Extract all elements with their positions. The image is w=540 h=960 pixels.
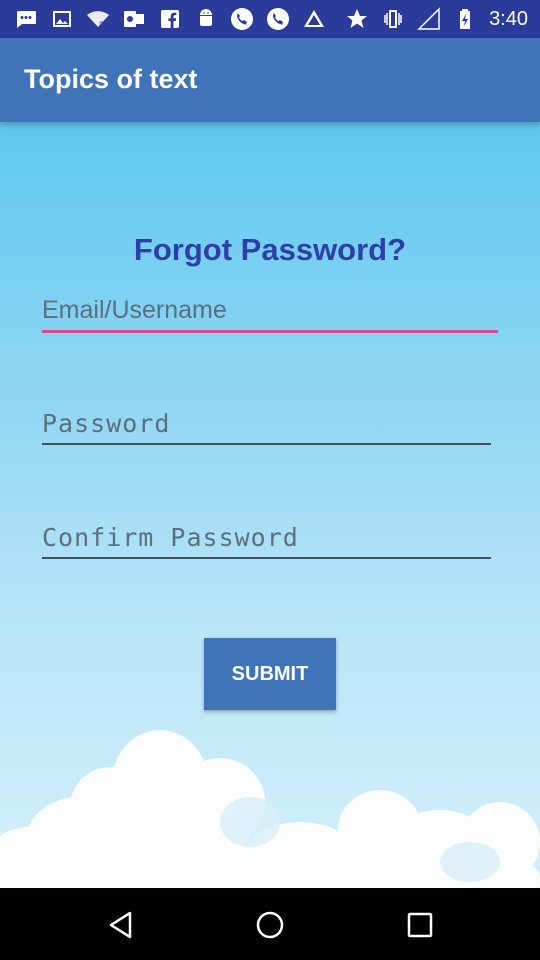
phone-icon (230, 7, 254, 31)
status-clock: 3:40 (489, 8, 528, 30)
app-title: Topics of text (24, 64, 198, 94)
battery-charging-icon (453, 7, 477, 31)
email-username-input[interactable] (42, 290, 498, 333)
home-icon[interactable] (255, 910, 285, 940)
delta-icon (302, 7, 326, 31)
clouds-background (0, 730, 540, 888)
forgot-password-screen: Forgot Password? SUBMIT (0, 122, 540, 888)
submit-button[interactable]: SUBMIT (204, 638, 336, 710)
confirm-password-input[interactable] (42, 517, 491, 559)
back-icon[interactable] (106, 910, 136, 940)
svg-text:?: ? (99, 20, 104, 30)
facebook-icon (158, 7, 182, 31)
system-icons: 3:40 (345, 7, 528, 31)
app-bar: Topics of text (0, 38, 540, 122)
navigation-bar (0, 888, 540, 960)
phone-icon (266, 7, 290, 31)
image-icon (50, 7, 74, 31)
chat-icon (14, 7, 38, 31)
signal-empty-icon (417, 7, 441, 31)
wifi-unknown-icon: ? (86, 7, 110, 31)
android-icon (194, 7, 218, 31)
recent-apps-icon[interactable] (405, 910, 435, 940)
status-bar: ? 3:40 (0, 0, 540, 38)
star-icon (345, 7, 369, 31)
password-input[interactable] (42, 403, 491, 445)
notification-icons: ? (14, 7, 326, 31)
page-heading: Forgot Password? (133, 232, 407, 267)
outlook-icon (122, 7, 146, 31)
vibrate-icon (381, 7, 405, 31)
